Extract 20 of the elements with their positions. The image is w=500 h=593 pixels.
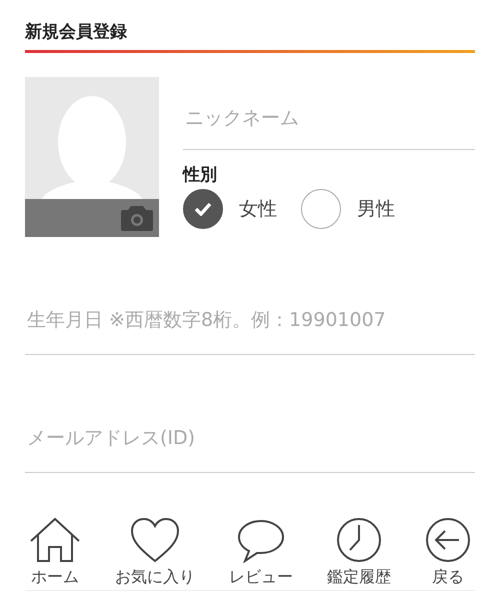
- avatar-placeholder[interactable]: [25, 77, 159, 238]
- nickname-field[interactable]: ニックネーム: [183, 77, 475, 150]
- nav-tab[interactable]: ホーム: [29, 517, 81, 589]
- nav-tab[interactable]: レビュー: [229, 519, 293, 589]
- home-icon: [29, 517, 81, 563]
- gender-label: 性別: [183, 166, 218, 186]
- radio-button[interactable]: [183, 189, 223, 230]
- speech-bubble-icon: [237, 519, 285, 563]
- page-title: 新規会員登録: [25, 21, 128, 44]
- heart-icon: [130, 517, 180, 563]
- input-field[interactable]: 生年月日 ※西暦数字8桁。例：19901007: [25, 237, 475, 356]
- check-icon: [194, 202, 212, 216]
- input-field[interactable]: メールアドレス(ID): [25, 355, 475, 474]
- nav-tab[interactable]: 鑑定履歴: [327, 517, 391, 589]
- radio-label[interactable]: 女性: [239, 194, 277, 224]
- nav-tab[interactable]: お気に入り: [115, 517, 195, 589]
- radio-label[interactable]: 男性: [357, 194, 395, 224]
- clock-icon: [336, 517, 382, 563]
- radio-button[interactable]: [301, 189, 341, 230]
- nav-tab[interactable]: 戻る: [425, 517, 471, 589]
